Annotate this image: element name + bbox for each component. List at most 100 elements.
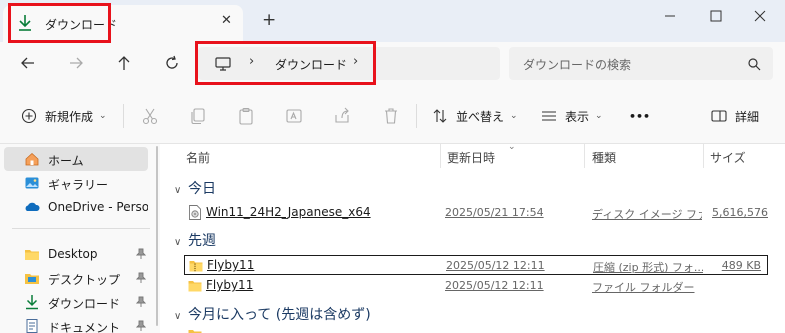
copy-icon[interactable] xyxy=(188,106,208,126)
chevron-down-icon: ∨ xyxy=(174,237,182,248)
group-header-this-month[interactable]: ∨ 今月に入って (先週は含めず) xyxy=(174,304,371,324)
list-scrollbar[interactable] xyxy=(771,144,785,333)
share-icon[interactable] xyxy=(332,106,352,126)
close-window-icon[interactable] xyxy=(750,6,770,26)
new-tab-button[interactable]: + xyxy=(262,12,276,29)
sidebar-item-label: OneDrive - Persona xyxy=(48,200,148,214)
sidebar-item-onedrive[interactable]: OneDrive - Persona xyxy=(0,195,152,219)
details-pane-icon xyxy=(711,110,727,122)
group-header-last-week[interactable]: ∨ 先週 xyxy=(174,230,216,250)
maximize-icon[interactable] xyxy=(706,6,726,26)
column-divider[interactable] xyxy=(440,144,441,168)
file-date: 2025/05/12 12:11 xyxy=(445,279,544,292)
file-date: 2025/05/21 17:54 xyxy=(445,206,544,219)
sidebar-item-label: ドキュメント xyxy=(48,321,121,333)
view-button[interactable]: 表示 ⌄ xyxy=(541,106,603,126)
sidebar-item-desktop-jp[interactable]: デスクトップ xyxy=(0,266,152,290)
pin-icon[interactable] xyxy=(136,272,146,284)
pin-icon[interactable] xyxy=(136,248,146,260)
column-divider[interactable] xyxy=(703,144,704,168)
sidebar-item-home[interactable]: ホーム xyxy=(4,147,148,171)
command-bar: 新規作成 ⌄ 並べ替え ⌄ 表示 ⌄ ••• 詳細 xyxy=(0,86,785,144)
group-header-today[interactable]: ∨ 今日 xyxy=(174,178,216,198)
details-pane-button[interactable]: 詳細 xyxy=(711,106,759,126)
chevron-down-icon: ∨ xyxy=(174,311,182,322)
plus-circle-icon xyxy=(21,108,37,124)
sidebar-item-gallery[interactable]: ギャラリー xyxy=(0,171,152,195)
highlight-box-tab xyxy=(8,3,111,43)
title-bar: ダウンロード ✕ + xyxy=(0,0,785,42)
tab-close-icon[interactable]: ✕ xyxy=(221,13,232,28)
documents-icon xyxy=(26,319,38,333)
folder-icon xyxy=(25,250,39,260)
table-row[interactable]: Flyby11 2025/05/12 12:11 圧縮 (zip 形式) フォ.… xyxy=(184,255,768,275)
zip-folder-icon xyxy=(189,261,203,272)
delete-icon[interactable] xyxy=(381,106,401,126)
more-options-button[interactable]: ••• xyxy=(629,106,650,126)
group-label: 先週 xyxy=(188,233,216,249)
onedrive-icon xyxy=(25,202,40,211)
file-type: ディスク イメージ ファ... xyxy=(592,208,702,221)
forward-arrow-icon[interactable] xyxy=(67,54,85,72)
sidebar-scrollbar[interactable] xyxy=(155,144,159,333)
sort-button-label: 並べ替え xyxy=(456,109,505,124)
sidebar-item-label: ダウンロード xyxy=(48,297,121,311)
divider xyxy=(12,228,150,229)
column-divider[interactable] xyxy=(584,144,585,168)
search-icon[interactable] xyxy=(747,57,761,71)
sidebar-item-label: Desktop xyxy=(48,247,98,261)
file-list: 名前 ⌄ 更新日時 種類 サイズ ∨ 今日 Win11_24H2_Japanese… xyxy=(160,142,785,333)
sort-indicator-icon: ⌄ xyxy=(508,142,516,152)
sidebar-item-label: ホーム xyxy=(48,154,84,168)
column-header-name[interactable]: 名前 xyxy=(186,149,210,166)
group-label: 今月に入って (先週は含めず) xyxy=(188,307,371,323)
view-lines-icon xyxy=(542,111,556,121)
search-box[interactable]: ダウンロードの検索 xyxy=(509,47,773,80)
column-header-size[interactable]: サイズ xyxy=(710,149,746,166)
file-size: 5,616,576 KB xyxy=(712,206,768,219)
divider xyxy=(123,104,124,128)
table-row[interactable]: Win11_24H2_Japanese_x64 2025/05/21 17:54… xyxy=(184,203,768,223)
details-button-label: 詳細 xyxy=(735,109,760,124)
disc-image-icon xyxy=(189,205,201,220)
file-name: Flyby11 xyxy=(206,278,254,292)
chevron-down-icon: ⌄ xyxy=(595,111,603,121)
group-label: 今日 xyxy=(188,181,216,197)
sidebar-item-documents[interactable]: ドキュメント xyxy=(0,314,152,333)
column-header-modified[interactable]: 更新日時 xyxy=(447,149,495,166)
new-button[interactable]: 新規作成 ⌄ xyxy=(21,106,107,126)
gallery-icon xyxy=(25,177,39,189)
more-icon: ••• xyxy=(629,109,651,123)
up-arrow-icon[interactable] xyxy=(115,54,133,72)
new-button-label: 新規作成 xyxy=(45,109,94,124)
pin-icon[interactable] xyxy=(136,320,146,332)
file-type: 圧縮 (zip 形式) フォ... xyxy=(593,261,703,274)
paste-icon[interactable] xyxy=(236,106,256,126)
table-row[interactable]: Flyby11 2025/05/12 12:11 ファイル フォルダー xyxy=(184,276,768,296)
folder-icon xyxy=(188,330,202,333)
file-type: ファイル フォルダー xyxy=(592,281,695,294)
desktop-folder-icon xyxy=(25,274,39,284)
pin-icon[interactable] xyxy=(136,296,146,308)
refresh-icon[interactable] xyxy=(163,54,181,72)
file-date: 2025/05/12 12:11 xyxy=(446,259,545,272)
view-button-label: 表示 xyxy=(565,109,590,124)
rename-icon[interactable] xyxy=(284,106,304,126)
minimize-icon[interactable] xyxy=(660,6,680,26)
search-placeholder[interactable]: ダウンロードの検索 xyxy=(523,56,631,73)
divider xyxy=(416,104,417,128)
sidebar-item-downloads[interactable]: ダウンロード xyxy=(0,290,152,314)
cut-icon[interactable] xyxy=(140,106,160,126)
home-icon xyxy=(25,152,39,166)
file-size: 489 KB xyxy=(721,259,761,272)
highlight-box-breadcrumb xyxy=(195,41,376,85)
chevron-down-icon: ⌄ xyxy=(99,111,107,121)
file-name: Flyby11 xyxy=(207,258,255,272)
back-arrow-icon[interactable] xyxy=(19,54,37,72)
sort-button[interactable]: 並べ替え ⌄ xyxy=(432,106,518,126)
chevron-down-icon: ⌄ xyxy=(510,111,518,121)
sidebar-item-label: デスクトップ xyxy=(48,273,121,287)
sidebar-item-desktop[interactable]: Desktop xyxy=(0,242,152,266)
download-icon xyxy=(26,295,38,310)
column-header-type[interactable]: 種類 xyxy=(592,149,616,166)
